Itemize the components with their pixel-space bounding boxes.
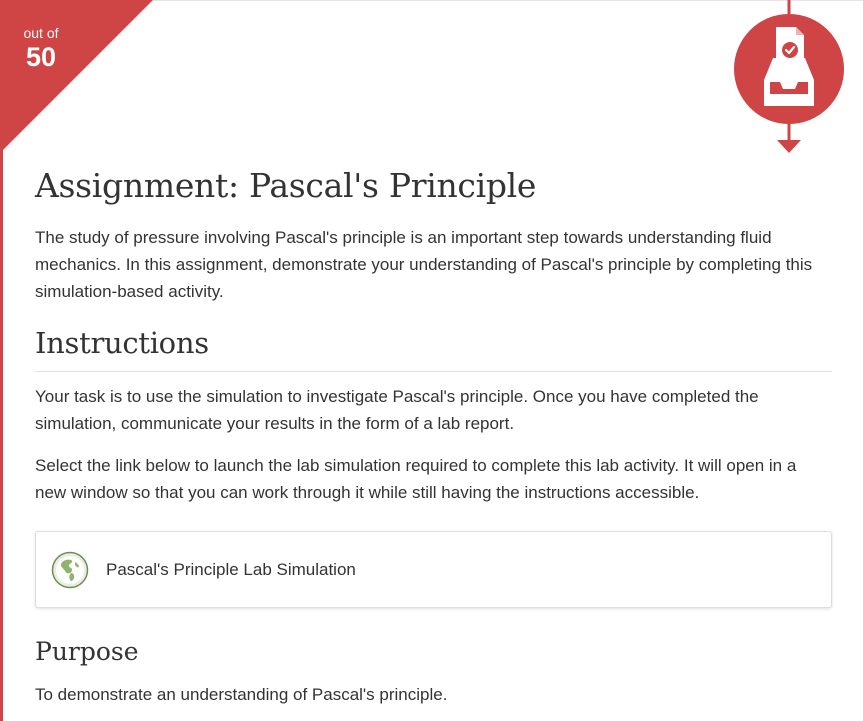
globe-icon [51,551,89,589]
purpose-heading: Purpose [35,637,139,666]
intro-paragraph: The study of pressure involving Pascal's… [35,228,813,301]
purpose-text: To demonstrate an understanding of Pasca… [35,685,448,704]
score-value: 50 [25,42,57,72]
assignment-tray-icon [734,0,844,153]
simulation-link-label[interactable]: Pascal's Principle Lab Simulation [106,560,356,580]
simulation-link-card[interactable]: Pascal's Principle Lab Simulation [35,531,832,608]
assignment-badge [730,0,850,156]
section-divider [35,371,832,372]
score-corner: out of 50 [0,0,155,155]
instructions-paragraph-1: Your task is to use the simulation to in… [35,387,759,433]
instructions-paragraph-2: Select the link below to launch the lab … [35,456,797,502]
instructions-heading: Instructions [35,326,209,360]
page-title: Assignment: Pascal's Principle [35,166,537,205]
main-content: Assignment: Pascal's Principle The study… [35,158,832,708]
